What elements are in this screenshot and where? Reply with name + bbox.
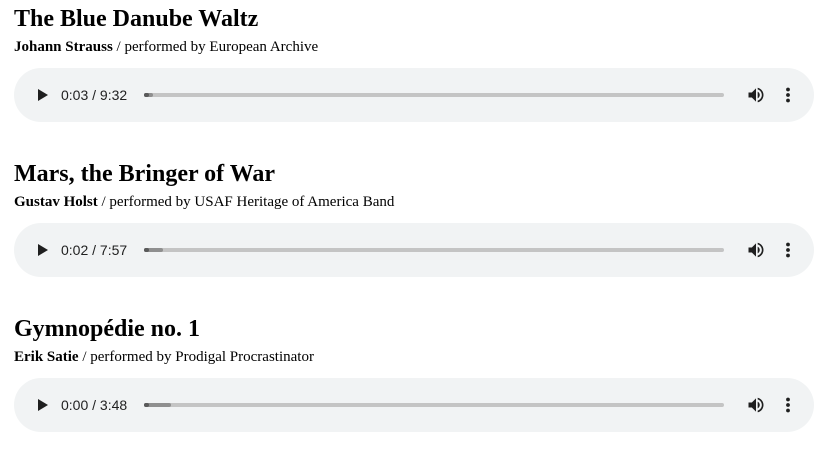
track-byline: Johann Strauss / performed by European A… [14, 38, 814, 56]
track-entry: Mars, the Bringer of War Gustav Holst / … [14, 161, 814, 277]
track-title: The Blue Danube Waltz [14, 6, 259, 32]
played-range [144, 403, 150, 407]
seek-bar[interactable] [144, 248, 724, 252]
track-byline: Erik Satie / performed by Prodigal Procr… [14, 348, 814, 366]
more-vert-icon [786, 397, 790, 413]
composer-name: Gustav Holst [14, 194, 98, 210]
track-entry: Gymnopédie no. 1 Erik Satie / performed … [14, 316, 814, 432]
volume-icon [748, 87, 764, 103]
performer-credit: / performed by USAF Heritage of America … [101, 194, 395, 210]
time-display: 0:03 / 9:32 [61, 87, 128, 103]
played-range [144, 248, 150, 252]
play-icon [38, 89, 48, 101]
volume-icon [748, 397, 764, 413]
audio-player: 0:03 / 9:32 [14, 68, 814, 122]
play-button[interactable] [32, 395, 52, 415]
performer-credit: / performed by European Archive [116, 39, 319, 55]
seek-bar[interactable] [144, 93, 724, 97]
time-display: 0:02 / 7:57 [61, 242, 128, 258]
more-vert-icon [786, 87, 790, 103]
performer-credit: / performed by Prodigal Procrastinator [82, 349, 314, 365]
audio-player: 0:00 / 3:48 [14, 378, 814, 432]
play-icon [38, 244, 48, 256]
play-icon [38, 399, 48, 411]
track-byline: Gustav Holst / performed by USAF Heritag… [14, 193, 814, 211]
volume-button[interactable] [746, 85, 766, 105]
volume-icon [748, 242, 764, 258]
track-title: Mars, the Bringer of War [14, 161, 276, 187]
more-options-button[interactable] [778, 395, 798, 415]
volume-button[interactable] [746, 240, 766, 260]
audio-player: 0:02 / 7:57 [14, 223, 814, 277]
play-button[interactable] [32, 240, 52, 260]
composer-name: Erik Satie [14, 349, 79, 365]
more-options-button[interactable] [778, 240, 798, 260]
seek-bar[interactable] [144, 403, 724, 407]
track-title: Gymnopédie no. 1 [14, 316, 201, 342]
play-button[interactable] [32, 85, 52, 105]
composer-name: Johann Strauss [14, 39, 113, 55]
more-options-button[interactable] [778, 85, 798, 105]
volume-button[interactable] [746, 395, 766, 415]
more-vert-icon [786, 242, 790, 258]
played-range [144, 93, 150, 97]
track-entry: The Blue Danube Waltz Johann Strauss / p… [14, 6, 814, 122]
time-display: 0:00 / 3:48 [61, 397, 128, 413]
